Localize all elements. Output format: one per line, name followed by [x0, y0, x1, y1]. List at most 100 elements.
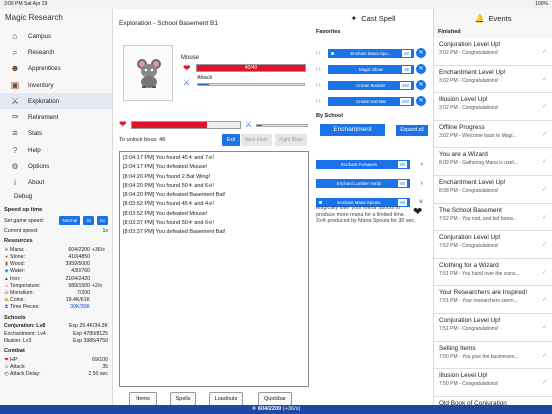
checkmark-icon: ✓: [541, 352, 547, 359]
combat-stat-row: ❤HP: 69/100: [0, 356, 112, 363]
event-detail: 7:51 PM - Your researchers seem...: [439, 298, 518, 305]
event-title: Conjuration Level Up!: [439, 316, 501, 324]
player-hp-fill: [132, 122, 207, 128]
event-item[interactable]: Offline Progress 3:02 PM - Welcome back t…: [434, 120, 552, 149]
school-row: Conjuration: Lv8 Exp 25.4K/34.3K: [0, 323, 112, 330]
nav-item-campus[interactable]: ⌂ Campus: [0, 28, 112, 44]
resource-name: ▮ Wood:: [4, 261, 50, 267]
school-spell-button[interactable]: Enchant Lumber Yards 80: [316, 178, 410, 188]
nav-item-label: Campus: [28, 32, 52, 40]
event-item[interactable]: Old Book of Conjuration✓: [434, 396, 552, 405]
spell-cost: 320: [399, 97, 411, 105]
combat-log[interactable]: [3:04:17 PM] You found 45☀ and 7☠! [3:04:…: [119, 151, 309, 387]
nav-item-about[interactable]: i About: [0, 175, 112, 191]
event-item[interactable]: Conjuration Level Up! 7:51 PM - Congratul…: [434, 313, 552, 342]
event-item[interactable]: Enchantment Level Up! 8:08 PM - Congratul…: [434, 175, 552, 204]
remove-favorite-icon[interactable]: ✕: [416, 80, 426, 90]
debug-link[interactable]: Debug: [0, 191, 112, 203]
next-floor-button[interactable]: Next Floor: [241, 134, 272, 146]
spells-button[interactable]: Spells: [170, 392, 196, 406]
spell-cost: 36: [402, 65, 411, 73]
favorite-spell-button[interactable]: Create Boulder 440: [328, 80, 414, 90]
events-panel: 🔔 Events Finished Conjuration Level Up! 3…: [433, 9, 552, 405]
loadouts-button[interactable]: Loadouts: [209, 392, 243, 406]
combat-stat-value: 35: [102, 364, 108, 371]
spell-name: Magic Show: [359, 66, 383, 72]
resource-name: ☠Monstium:: [4, 290, 50, 296]
events-header: 🔔 Events: [434, 9, 552, 25]
combat-stat-name: ❤HP:: [4, 357, 50, 363]
event-item[interactable]: Selling Items 7:50 PM - You give the busi…: [434, 341, 552, 370]
heart-icon: ❤: [413, 206, 423, 218]
chevron-icon[interactable]: ›: [421, 161, 423, 168]
tab-enchantment[interactable]: Enchantment: [320, 124, 385, 136]
current-speed-value: 1x: [102, 227, 108, 234]
event-detail: 3:02 PM - Congratulations!: [439, 105, 499, 112]
combat-stat-value: 69/100: [92, 357, 108, 363]
favorites-label: Favorites: [316, 29, 341, 35]
event-item[interactable]: Clothing for a Wizard 7:51 PM - You hand …: [434, 258, 552, 287]
speed-3x-button[interactable]: 3x: [83, 216, 95, 226]
drag-handle-icon[interactable]: ∷: [316, 66, 324, 73]
event-item[interactable]: Conjuration Level Up! 3:02 PM - Congratul…: [434, 38, 552, 66]
wood-icon: ▮: [5, 261, 8, 268]
items-button[interactable]: Items: [129, 392, 157, 406]
drag-handle-icon[interactable]: ∷: [316, 50, 324, 57]
event-detail: 7:52 PM - You nod, and bid farew...: [439, 215, 517, 222]
speed-normal-button[interactable]: Normal: [59, 216, 81, 226]
event-item[interactable]: Conjuration Level Up! 7:52 PM - Congratul…: [434, 231, 552, 259]
favorite-spell-button[interactable]: Create Iron Bar 320: [328, 96, 414, 106]
exit-button[interactable]: Exit: [222, 134, 240, 146]
event-title: Offline Progress: [439, 123, 485, 131]
fight-boss-button[interactable]: Fight Boss: [275, 134, 307, 146]
event-title: Conjuration Level Up!: [439, 41, 501, 48]
speed-6x-button[interactable]: 6x: [97, 216, 108, 226]
drag-handle-icon[interactable]: ∷: [316, 98, 324, 105]
nav-item-label: Retirement: [28, 114, 59, 122]
event-item[interactable]: Your Researchers are Inspired! 7:51 PM - …: [434, 286, 552, 314]
remove-favorite-icon[interactable]: ✕: [416, 64, 426, 74]
event-detail: 7:50 PM - You give the businessm...: [439, 353, 519, 360]
expand-all-button[interactable]: Expand all: [396, 125, 428, 136]
school-name: Enchantment: Lv4: [4, 330, 46, 337]
school-spell-button[interactable]: Enchant Furnaces 80: [316, 159, 410, 169]
current-speed-label: Current speed:: [4, 227, 39, 234]
nav-item-inventory[interactable]: ▣ Inventory: [0, 77, 112, 93]
event-item[interactable]: You are a Wizard 8:09 PM - Gathering Mana…: [434, 148, 552, 176]
monster-portrait: [123, 45, 173, 101]
event-item[interactable]: Enchantment Level Up! 3:02 PM - Congratul…: [434, 65, 552, 94]
resource-label: Temperature:: [10, 282, 41, 289]
drag-handle-icon[interactable]: ∷: [316, 82, 324, 89]
nav-item-stats[interactable]: ≡ Stats: [0, 126, 112, 142]
resource-name: ◉Coins:: [4, 297, 50, 303]
nav-item-help[interactable]: ? Help: [0, 142, 112, 158]
event-item[interactable]: The School Basement 7:52 PM - You nod, an…: [434, 203, 552, 232]
exploration-panel: Exploration - School Basement B1 Mouse ❤…: [113, 9, 313, 406]
event-title: Your Researchers are Inspired!: [439, 289, 528, 297]
favorite-spell-button[interactable]: Enchant Mana Spo... 60: [328, 48, 414, 58]
event-item[interactable]: Illusion Level Up! 3:02 PM - Congratulati…: [434, 93, 552, 121]
chevron-icon[interactable]: ›: [421, 180, 423, 187]
nav-item-options[interactable]: ⚙ Options: [0, 158, 112, 174]
event-item[interactable]: Illusion Level Up! 7:50 PM - Congratulati…: [434, 369, 552, 397]
wand-icon: ✦: [350, 14, 358, 23]
speed-section-title: Speed up time: [4, 206, 43, 213]
nav-item-apprentices[interactable]: ☻ Apprentices: [0, 61, 112, 77]
favorite-spell-button[interactable]: Magic Show 36: [328, 64, 414, 74]
nav-item-research[interactable]: ⌕ Research: [0, 44, 112, 60]
remove-favorite-icon[interactable]: ✕: [416, 48, 426, 58]
log-entry: [8:03:52 PM] You defeated Mouse!: [123, 210, 208, 217]
nav-item-label: Apprentices: [28, 65, 61, 73]
nav-item-label: About: [28, 179, 45, 187]
quickbar-button[interactable]: Quickbar: [258, 392, 292, 406]
combat-stat-label: Attack:: [10, 364, 26, 371]
combat-stat-label: HP:: [10, 357, 19, 363]
heart-icon: ❤: [183, 63, 191, 73]
nav-item-exploration[interactable]: ⚔ Exploration: [0, 93, 112, 110]
checkmark-icon: ✓: [541, 324, 547, 331]
event-detail: 8:09 PM - Gathering Mana is usef...: [439, 160, 518, 167]
monster-hp-text: 40/40: [244, 65, 258, 71]
remove-favorite-icon[interactable]: ✕: [416, 96, 426, 106]
log-entry: [8:04:20 PM] You found 50☀ and 6☠!: [123, 182, 215, 189]
nav-item-retirement[interactable]: ⚰ Retirement: [0, 109, 112, 125]
